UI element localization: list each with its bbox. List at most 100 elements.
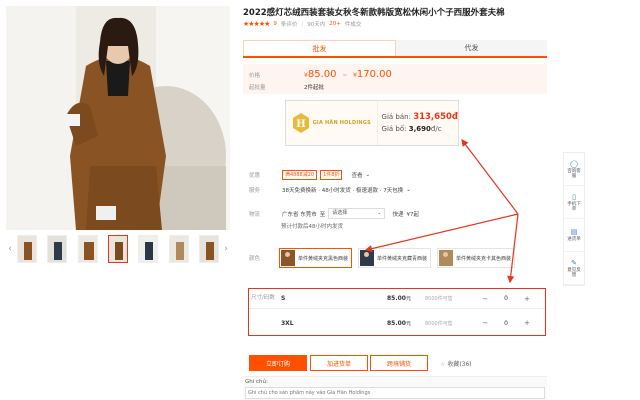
tab-dropship[interactable]: 代发 (396, 40, 547, 56)
sidebar-item-chat[interactable]: ◯ 咨询客服 (563, 153, 585, 186)
shipping-fee-label: 快递 (392, 211, 404, 218)
thumbnail[interactable] (17, 235, 37, 263)
note-input[interactable] (245, 387, 545, 399)
quantity-stepper: − 0 + (479, 319, 533, 327)
offers-more-link[interactable]: 查看 (351, 171, 362, 179)
size-stock: 8000件可售 (425, 320, 453, 327)
destination-select[interactable]: 请选择 ⌄ (328, 208, 386, 219)
quantity-stepper: − 0 + (479, 295, 533, 303)
ship-to-label: 至 (319, 211, 326, 218)
service-row: 服务 38天免费换新 · 48小时发货 · 极速退款 · 7天包换 ⌄ (249, 186, 411, 194)
sell-price-value: 313,650đ (413, 112, 458, 122)
thumbnail[interactable] (198, 235, 219, 263)
ship-from: 广东省 东莞市 (282, 211, 317, 218)
add-to-cart-button[interactable]: 加进货单 (310, 355, 368, 371)
note-label: Ghi chú: (245, 379, 268, 385)
decrement-button[interactable]: − (479, 295, 491, 303)
size-price-value: 85.00 (387, 319, 406, 327)
vnd-prices: Giá bán: 313,650đ Giá bố: 3,690đ/c (378, 111, 458, 135)
chevron-down-icon: ⌄ (377, 210, 382, 216)
size-price-unit: 元 (405, 296, 411, 302)
rating-row: ★★★★★ 9 条评价 | 90天内 20+ 件成交 (243, 20, 361, 28)
size-name: S (281, 295, 286, 302)
offer-badge[interactable]: 1件8折 (320, 170, 343, 180)
sidebar-item-label: 手机下单 (567, 201, 581, 212)
color-option[interactable]: 单件黄绒夹克卡其色西装 (437, 248, 516, 268)
sidebar-item-mobile[interactable]: ▯ 手机下单 (563, 186, 585, 219)
sell-price-label: Giá bán: (381, 113, 411, 121)
color-option-label: 单件黄绒夹克藏青西装 (377, 255, 428, 262)
quantity-input[interactable]: 0 (491, 320, 521, 327)
rating-score[interactable]: 9 (273, 21, 277, 27)
price-min: 85.00 (307, 69, 337, 80)
chevron-down-icon[interactable]: ⌄ (406, 187, 411, 193)
chevron-down-icon[interactable]: ⌄ (365, 172, 370, 178)
price-panel: 价格 ¥ 85.00 ~ ¥ 170.00 起批量 2件起批 (243, 64, 547, 94)
color-option-image (360, 250, 375, 266)
color-option-label: 单件黄绒夹克黑色西装 (298, 255, 349, 262)
note-panel: Ghi chú: (243, 376, 547, 400)
delivery-note: 预计付款后48小时内发货 (281, 224, 343, 230)
side-toolbar: ◯ 咨询客服 ▯ 手机下单 ▤ 进货单 ✎ 意见反馈 (563, 152, 585, 286)
divider: | (301, 21, 304, 27)
color-option-image (281, 250, 295, 266)
thumbnail-strip: ‹ › (6, 234, 230, 264)
rating-label: 条评价 (280, 22, 298, 28)
increment-button[interactable]: + (521, 319, 533, 327)
color-option[interactable]: 单件黄绒夹克藏青西装 (358, 248, 432, 268)
thumb-next-icon[interactable]: › (222, 234, 230, 264)
price-dash: ~ (342, 73, 348, 79)
price-label: 价格 (249, 73, 261, 79)
favorite-label: 收藏(36) (447, 361, 472, 368)
sidebar-item-feedback[interactable]: ✎ 意见反馈 (563, 252, 585, 285)
favorite-button[interactable]: ☆ 收藏(36) (440, 359, 472, 368)
offer-badge[interactable]: 满4888减20 (282, 170, 318, 180)
increment-button[interactable]: + (521, 295, 533, 303)
moq-row: 起批量 2件起批 (249, 83, 324, 91)
color-option[interactable]: 单件黄绒夹克黑色西装 (279, 248, 353, 268)
svg-text:H: H (296, 119, 305, 130)
size-price-value: 85.00 (387, 295, 406, 302)
size-name: 3XL (281, 319, 294, 327)
destination-select-value: 请选择 (332, 210, 348, 216)
thumbnail[interactable] (138, 235, 159, 263)
wholesale-price-value: 3,690 (408, 125, 431, 133)
thumbnail-list (14, 235, 222, 263)
sales-unit: 件成交 (344, 22, 362, 28)
annotation-arrow (461, 139, 519, 215)
wholesale-price-row: Giá bố: 3,690đ/c (382, 123, 458, 135)
chat-icon: ◯ (570, 159, 578, 168)
distribute-button[interactable]: 跨境铺货 (370, 355, 428, 371)
service-label: 服务 (249, 188, 261, 194)
wholesale-price-label: Giá bố: (381, 125, 407, 133)
feedback-icon: ✎ (571, 258, 577, 267)
decrement-button[interactable]: − (479, 319, 491, 327)
tab-wholesale[interactable]: 批发 (243, 40, 396, 56)
rating-stars-icon: ★★★★★ (243, 20, 270, 28)
sales-count: 20+ (329, 21, 341, 27)
annotation-arrow (364, 213, 519, 253)
color-selector: 颜色 单件黄绒夹克黑色西装 单件黄绒夹克藏青西装 单件黄绒夹克卡其色西装 (249, 248, 521, 268)
phone-icon: ▯ (572, 192, 576, 201)
product-main-image[interactable] (6, 6, 230, 230)
sidebar-item-label: 进货单 (567, 237, 581, 242)
table-row: S 85.00元 8000件可售 − 0 + (249, 289, 545, 309)
thumb-prev-icon[interactable]: ‹ (6, 234, 14, 264)
size-stock: 8000件可售 (425, 296, 453, 302)
thumbnail[interactable] (77, 235, 98, 263)
moq-value: 2件起批 (304, 85, 324, 91)
thumbnail[interactable] (107, 235, 128, 263)
sidebar-item-label: 咨询客服 (567, 168, 581, 179)
shipping-fee-value: ¥7起 (406, 211, 420, 218)
wholesale-price-unit: đ/c (430, 125, 442, 133)
sidebar-item-label: 意见反馈 (567, 267, 581, 278)
quantity-input[interactable]: 0 (491, 295, 521, 302)
sidebar-item-cart[interactable]: ▤ 进货单 (563, 219, 585, 252)
sell-price-row: Giá bán: 313,650đ (382, 111, 458, 123)
color-option-label: 单件黄绒夹克卡其色西装 (456, 255, 512, 262)
sales-period: 90天内 (307, 22, 326, 28)
thumbnail[interactable] (168, 235, 189, 263)
thumbnail[interactable] (47, 235, 68, 263)
size-price: 85.00元 (387, 320, 411, 327)
buy-now-button[interactable]: 立即订购 (249, 355, 307, 371)
